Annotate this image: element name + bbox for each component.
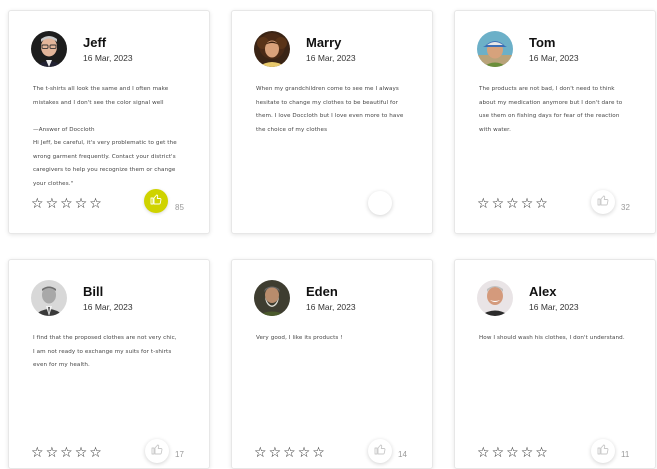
star-icon[interactable]: ☆ — [492, 197, 507, 211]
review-date: 16 Mar, 2023 — [529, 302, 579, 312]
review-paragraph: Very good, I like its products ! — [256, 335, 343, 341]
star-rating[interactable]: ☆☆☆☆☆ — [254, 446, 327, 460]
star-icon[interactable]: ☆ — [506, 446, 521, 460]
thumbs-up-icon — [374, 442, 386, 460]
avatar-man-glasses — [31, 31, 67, 67]
star-icon[interactable]: ☆ — [521, 197, 536, 211]
reviewer-name: Tom — [529, 35, 556, 50]
review-text: How I should wash his clothes, I don't u… — [479, 332, 639, 346]
like-count: 14 — [398, 450, 407, 459]
thumbs-up-icon — [150, 192, 162, 210]
like-button[interactable] — [145, 439, 169, 463]
review-text: The t-shirts all look the same and I oft… — [33, 83, 193, 191]
star-icon[interactable]: ☆ — [254, 446, 269, 460]
review-card-marry: Marry 16 Mar, 2023 When my grandchildren c… — [231, 10, 433, 234]
review-paragraph: —Answer of Doccloth Hi Jeff, be careful,… — [33, 126, 177, 187]
review-paragraph: The t-shirts all look the same and I oft… — [33, 86, 169, 106]
star-icon[interactable]: ☆ — [492, 446, 507, 460]
review-date: 16 Mar, 2023 — [306, 53, 356, 63]
star-icon[interactable]: ☆ — [535, 197, 550, 211]
review-card-eden: Eden 16 Mar, 2023 Very good, I like its pr… — [231, 259, 433, 469]
reviewer-name: Jeff — [83, 35, 107, 50]
review-date: 16 Mar, 2023 — [83, 302, 133, 312]
star-icon[interactable]: ☆ — [75, 446, 90, 460]
star-icon[interactable]: ☆ — [298, 446, 313, 460]
star-icon[interactable]: ☆ — [89, 446, 104, 460]
like-count: 17 — [175, 450, 184, 459]
avatar-man-suit — [31, 280, 67, 316]
star-rating[interactable]: ☆☆☆☆☆ — [31, 197, 104, 211]
star-icon[interactable]: ☆ — [46, 446, 61, 460]
like-count: 32 — [621, 203, 630, 212]
review-card-tom: Tom 16 Mar, 2023 The products are not bad,… — [454, 10, 656, 234]
star-icon[interactable]: ☆ — [506, 197, 521, 211]
star-icon[interactable]: ☆ — [477, 197, 492, 211]
star-icon[interactable]: ☆ — [312, 446, 327, 460]
reviewer-name: Bill — [83, 284, 104, 299]
review-paragraph: How I should wash his clothes, I don't u… — [479, 335, 625, 341]
star-icon[interactable]: ☆ — [60, 197, 75, 211]
review-card-jeff: Jeff 16 Mar, 2023 The t-shirts all look th… — [8, 10, 210, 234]
reviewer-name: Alex — [529, 284, 557, 299]
star-rating[interactable]: ☆☆☆☆☆ — [477, 197, 550, 211]
like-count: 11 — [621, 450, 630, 459]
like-button[interactable] — [368, 191, 392, 215]
thumbs-up-icon — [597, 442, 609, 460]
like-count: 85 — [175, 203, 184, 212]
review-paragraph: I find that the proposed clothes are not… — [33, 335, 177, 368]
reviewer-name: Marry — [306, 35, 342, 50]
review-text: Very good, I like its products ! — [256, 332, 416, 346]
star-icon[interactable]: ☆ — [89, 197, 104, 211]
review-text: The products are not bad, I don't need t… — [479, 83, 639, 137]
like-button[interactable] — [144, 189, 168, 213]
like-button[interactable] — [591, 439, 615, 463]
avatar-man-beard — [254, 280, 290, 316]
star-rating[interactable]: ☆☆☆☆☆ — [31, 446, 104, 460]
thumbs-up-icon — [597, 193, 609, 211]
review-text: When my grandchildren come to see me I a… — [256, 83, 416, 137]
like-button[interactable] — [368, 439, 392, 463]
avatar-man-smile — [477, 280, 513, 316]
like-button[interactable] — [591, 190, 615, 214]
reviewer-name: Eden — [306, 284, 338, 299]
review-date: 16 Mar, 2023 — [83, 53, 133, 63]
review-paragraph: When my grandchildren come to see me I a… — [256, 86, 404, 133]
avatar-man-cap — [477, 31, 513, 67]
star-icon[interactable]: ☆ — [31, 446, 46, 460]
star-icon[interactable]: ☆ — [60, 446, 75, 460]
review-card-alex: Alex 16 Mar, 2023 How I should wash his cl… — [454, 259, 656, 469]
star-icon[interactable]: ☆ — [477, 446, 492, 460]
review-date: 16 Mar, 2023 — [529, 53, 579, 63]
star-icon[interactable]: ☆ — [269, 446, 284, 460]
thumbs-up-icon — [151, 442, 163, 460]
star-icon[interactable]: ☆ — [521, 446, 536, 460]
star-icon[interactable]: ☆ — [535, 446, 550, 460]
review-paragraph: The products are not bad, I don't need t… — [479, 86, 623, 133]
avatar-woman-curly — [254, 31, 290, 67]
star-icon[interactable]: ☆ — [75, 197, 90, 211]
star-icon[interactable]: ☆ — [46, 197, 61, 211]
star-icon[interactable]: ☆ — [31, 197, 46, 211]
star-icon[interactable]: ☆ — [283, 446, 298, 460]
star-rating[interactable]: ☆☆☆☆☆ — [477, 446, 550, 460]
review-text: I find that the proposed clothes are not… — [33, 332, 193, 373]
review-card-bill: Bill 16 Mar, 2023 I find that the proposed… — [8, 259, 210, 469]
review-date: 16 Mar, 2023 — [306, 302, 356, 312]
